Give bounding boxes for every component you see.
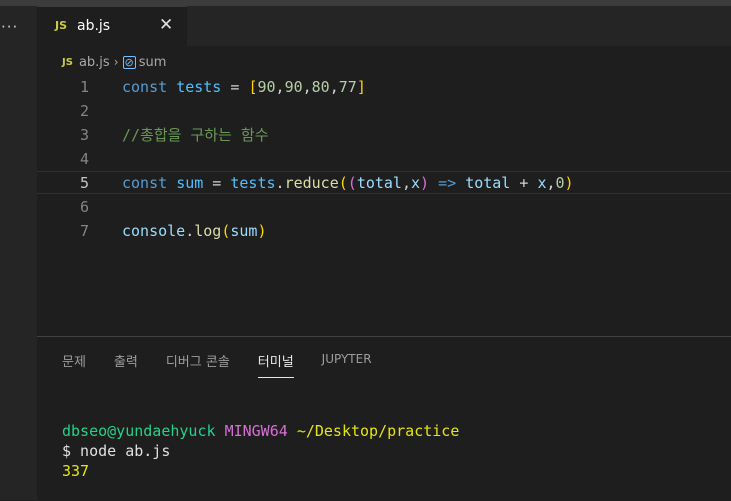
tab-output[interactable]: 출력: [114, 351, 138, 378]
line-number: 3: [79, 126, 89, 144]
code-line[interactable]: 4: [37, 148, 731, 171]
breadcrumb-file[interactable]: ab.js: [79, 55, 110, 70]
variable-symbol-icon: ⊘: [122, 55, 136, 69]
terminal-result: 337: [62, 462, 90, 480]
line-number: 4: [79, 150, 89, 168]
code-text: const tests = [90,90,80,77]: [122, 78, 366, 96]
line-number: 1: [79, 78, 89, 96]
tab-debug-console[interactable]: 디버그 콘솔: [166, 351, 230, 378]
bottom-panel: 문제 출력 디버그 콘솔 터미널 JUPYTER dbseo@yundaehyu…: [37, 336, 731, 501]
code-editor[interactable]: 1 const tests = [90,90,80,77] 2 3 //총합을 …: [37, 76, 731, 326]
terminal-host: MINGW64: [224, 422, 288, 440]
breadcrumb-symbol[interactable]: sum: [139, 55, 167, 70]
terminal-output[interactable]: dbseo@yundaehyuck MINGW64 ~/Desktop/prac…: [62, 421, 459, 481]
more-actions-icon[interactable]: ···: [1, 20, 18, 35]
javascript-file-icon: JS: [62, 56, 73, 68]
terminal-path: ~/Desktop/practice: [296, 422, 460, 440]
line-number: 7: [79, 222, 89, 240]
javascript-file-icon: JS: [55, 19, 68, 32]
chevron-right-icon: ›: [113, 55, 119, 69]
tab-jupyter[interactable]: JUPYTER: [322, 351, 372, 378]
tab-terminal[interactable]: 터미널: [257, 351, 294, 378]
code-line-current[interactable]: 5 const sum = tests.reduce((total,x) => …: [37, 171, 731, 194]
line-number: 6: [79, 198, 89, 216]
editor-tabbar: JS ab.js ✕: [37, 6, 731, 46]
tab-problems[interactable]: 문제: [62, 351, 86, 378]
breadcrumb: JS ab.js › ⊘ sum: [62, 52, 166, 72]
code-text: console.log(sum): [122, 222, 267, 240]
code-comment: //총합을 구하는 함수: [122, 126, 269, 144]
code-line[interactable]: 1 const tests = [90,90,80,77]: [37, 76, 731, 99]
terminal-user: dbseo@yundaehyuck: [62, 422, 216, 440]
tab-ab-js[interactable]: JS ab.js ✕: [37, 6, 187, 46]
line-number: 2: [79, 102, 89, 120]
code-text: const sum = tests.reduce((total,x) => to…: [122, 174, 574, 192]
code-line[interactable]: 3 //총합을 구하는 함수: [37, 124, 731, 147]
line-number: 5: [79, 174, 89, 192]
activity-strip: ···: [0, 6, 37, 500]
code-line[interactable]: 6: [37, 196, 731, 219]
panel-tabs: 문제 출력 디버그 콘솔 터미널 JUPYTER: [62, 351, 400, 378]
code-line[interactable]: 2: [37, 100, 731, 123]
terminal-command: $ node ab.js: [62, 442, 171, 460]
close-icon[interactable]: ✕: [159, 15, 173, 35]
code-line[interactable]: 7 console.log(sum): [37, 220, 731, 243]
tab-title: ab.js: [77, 18, 111, 34]
